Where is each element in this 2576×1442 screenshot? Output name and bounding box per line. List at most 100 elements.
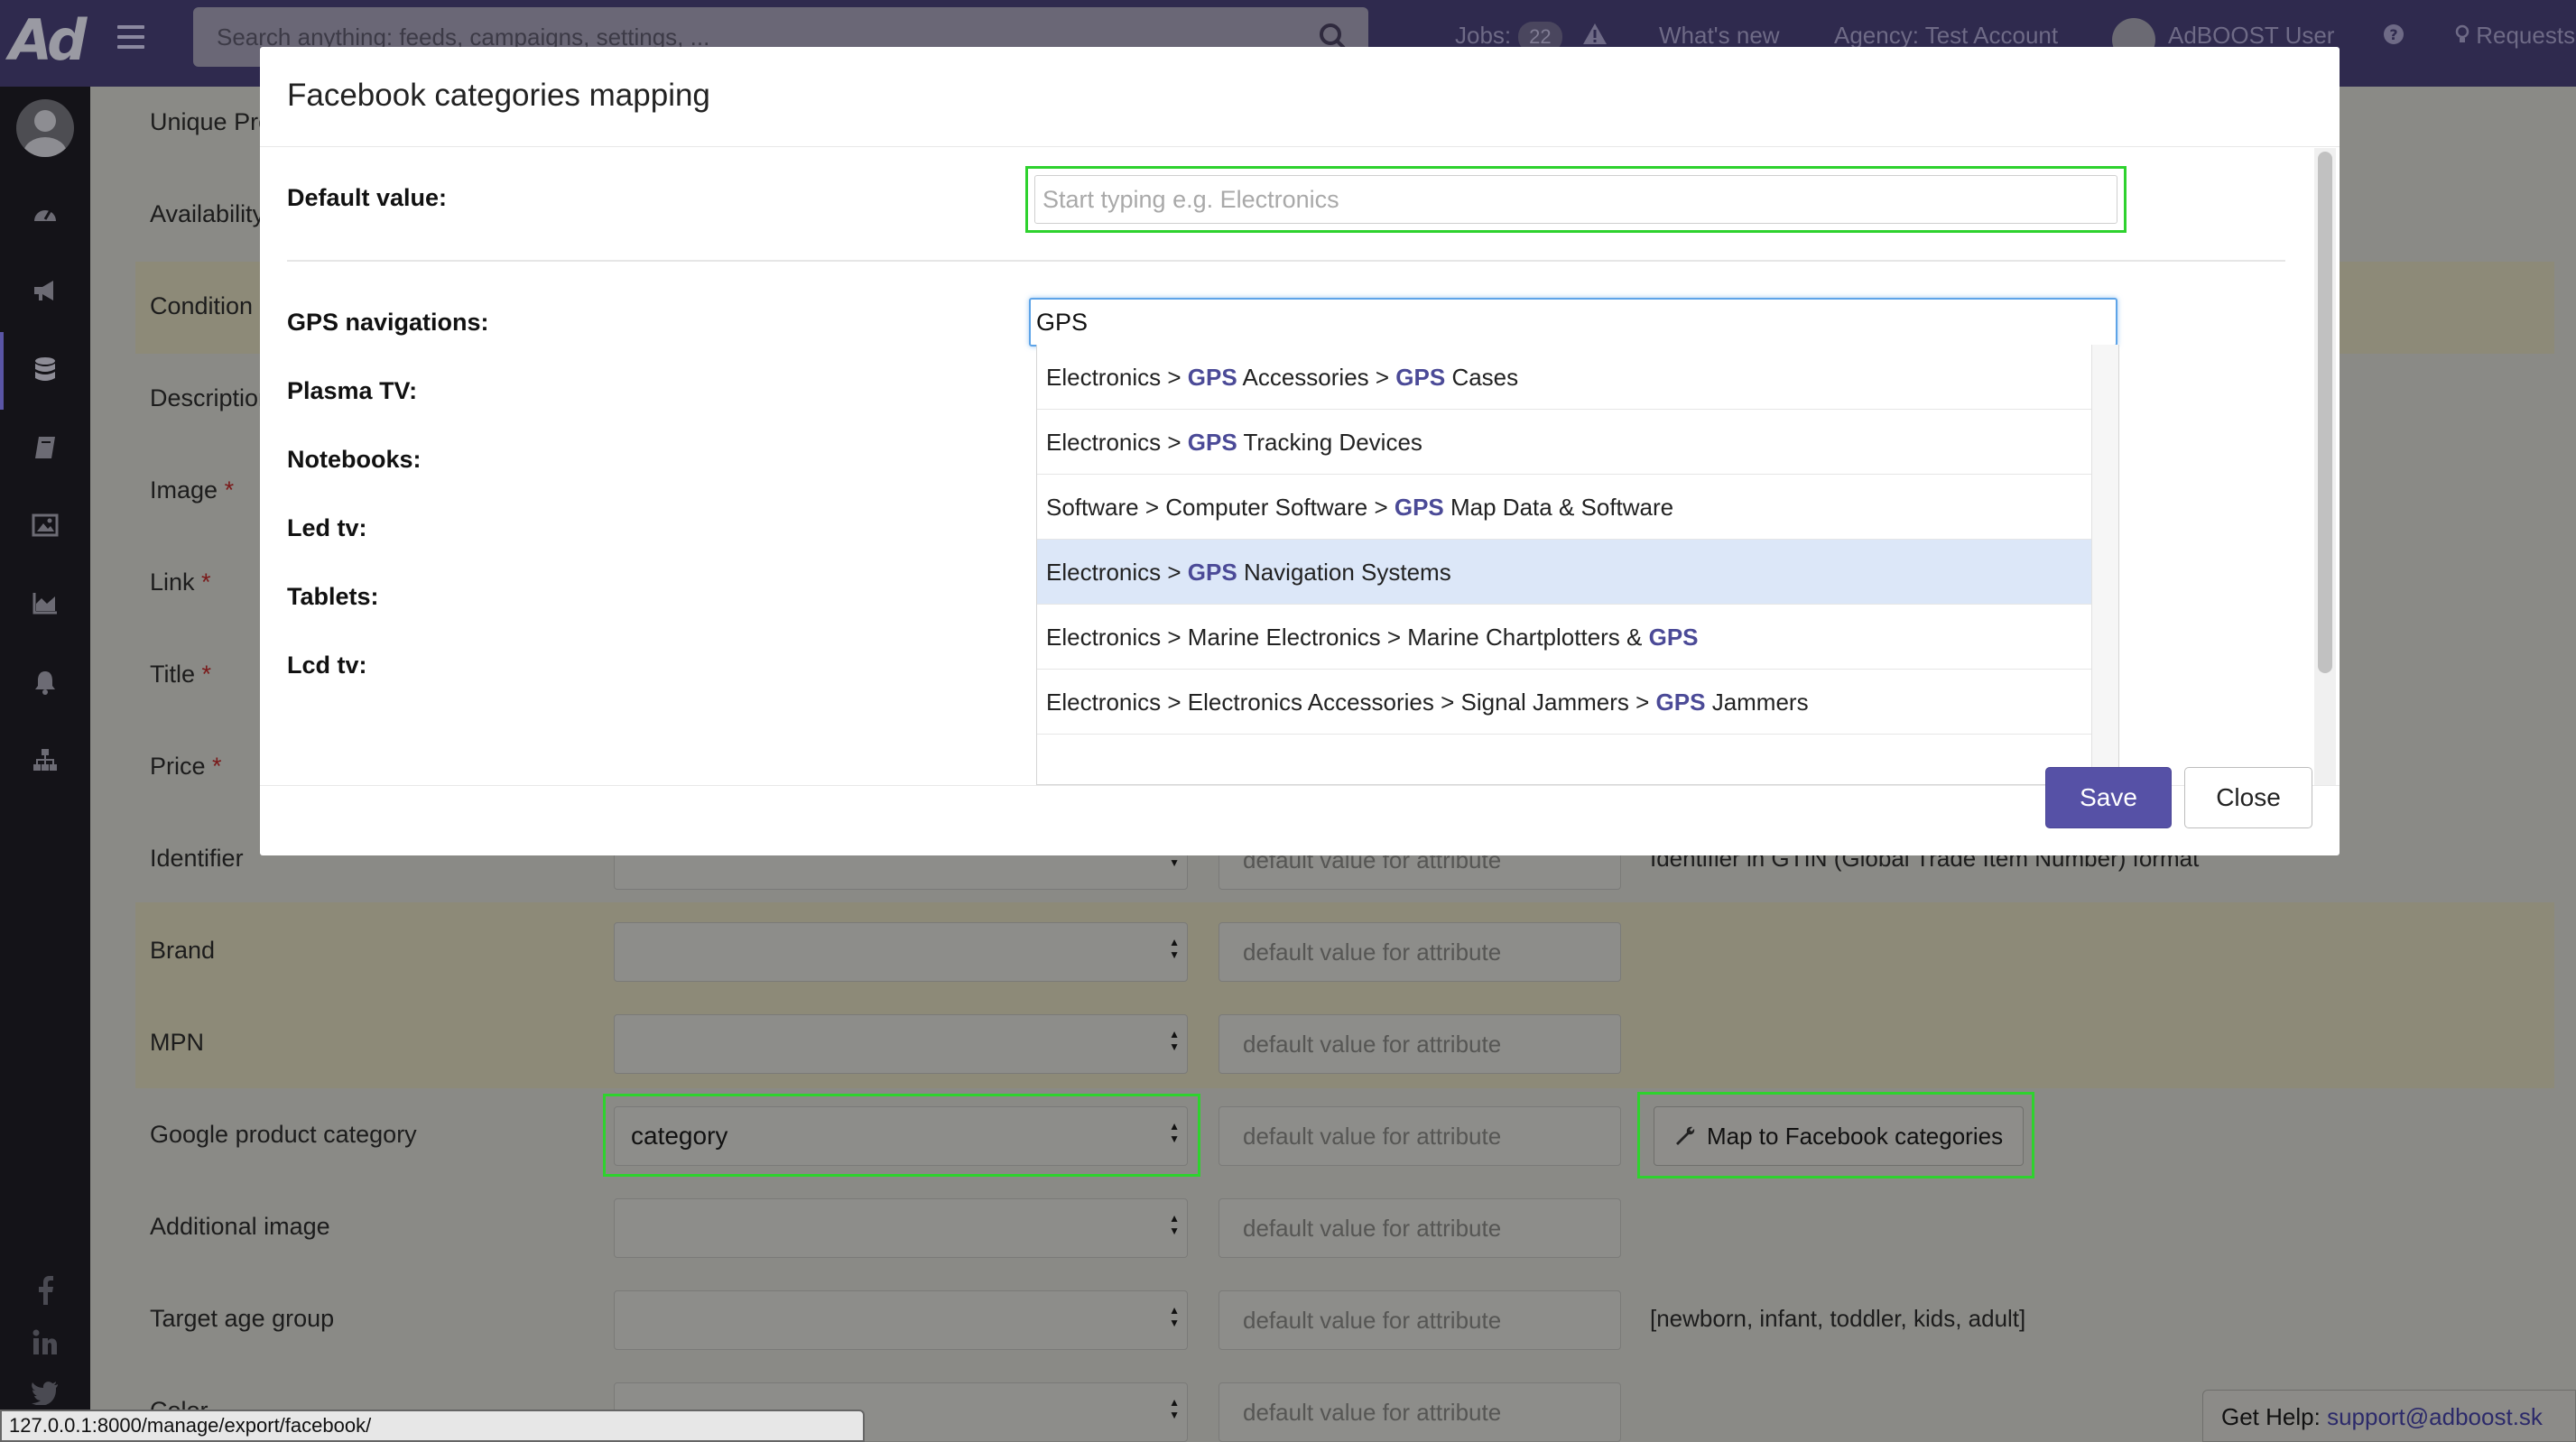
get-help-box: Get Help: support@adboost.sk — [2202, 1390, 2576, 1442]
left-sidebar — [0, 87, 90, 1442]
target-age-group-hint: [newborn, infant, toddler, kids, adult] — [1650, 1305, 2026, 1332]
modal-scrollbar-thumb[interactable] — [2318, 152, 2332, 673]
svg-text:?: ? — [2389, 26, 2397, 43]
modal-section-divider — [287, 260, 2285, 262]
lightbulb-icon — [2455, 24, 2469, 42]
query-match: GPS — [1394, 494, 1444, 521]
category-suggestions-dropdown: Electronics > GPS Accessories > GPS Case… — [1036, 345, 2119, 785]
mpn-select[interactable] — [614, 1014, 1188, 1074]
sidebar-active-indicator — [0, 332, 4, 410]
label-brand: Brand — [150, 937, 216, 964]
label-image: Image * — [150, 476, 235, 504]
megaphone-icon[interactable] — [27, 273, 63, 309]
modal-header-divider — [260, 146, 2340, 147]
bell-icon[interactable] — [27, 664, 63, 700]
query-match: GPS — [1187, 429, 1237, 456]
dashboard-icon[interactable] — [27, 195, 63, 231]
label-condition: Condition — [150, 292, 254, 319]
help-icon[interactable]: ? — [2383, 23, 2405, 51]
twitter-icon[interactable] — [27, 1375, 63, 1411]
user-menu[interactable]: AdBOOST User — [2168, 22, 2334, 50]
suggestion-item[interactable]: Electronics > Marine Electronics > Marin… — [1037, 605, 2091, 670]
suggestion-text: Electronics > — [1046, 364, 1188, 391]
sidebar-avatar[interactable] — [16, 99, 74, 157]
brand-default-input[interactable]: default value for attribute — [1219, 922, 1621, 982]
database-icon[interactable] — [27, 352, 63, 388]
label-target-age-group: Target age group — [150, 1305, 335, 1332]
suggestion-text: Electronics > Marine Electronics > Marin… — [1046, 624, 1649, 651]
image-icon[interactable] — [27, 507, 63, 543]
query-match: GPS — [1187, 364, 1237, 391]
gps-navigations-label: GPS navigations: — [287, 309, 489, 336]
whats-new-link[interactable]: What's new — [1659, 22, 1780, 50]
target-age-group-default-input[interactable]: default value for attribute — [1219, 1290, 1621, 1350]
notebooks-label: Notebooks: — [287, 446, 422, 473]
suggestion-text: Map Data & Software — [1443, 494, 1674, 521]
label-description: Description — [150, 384, 273, 411]
agency-switcher[interactable]: Agency: Test Account — [1834, 22, 2058, 50]
plasma-tv-label: Plasma TV: — [287, 377, 418, 404]
modal-title: Facebook categories mapping — [287, 78, 710, 113]
gps-navigations-input[interactable] — [1029, 298, 2117, 347]
suggestion-text: Jammers — [1705, 689, 1809, 716]
suggestion-item[interactable]: Electronics > Electronics Accessories > … — [1037, 670, 2091, 735]
sitemap-icon[interactable] — [27, 742, 63, 778]
label-title: Title * — [150, 661, 212, 688]
support-email-link[interactable]: support@adboost.sk — [2327, 1403, 2543, 1430]
suggestion-text: Navigation Systems — [1237, 559, 1451, 586]
suggestion-text: Software > Computer Software > — [1046, 494, 1395, 521]
tablets-label: Tablets: — [287, 583, 379, 610]
save-button[interactable]: Save — [2045, 767, 2172, 828]
brand-select[interactable] — [614, 922, 1188, 982]
suggestion-text: Electronics > Electronics Accessories > … — [1046, 689, 1656, 716]
facebook-categories-modal: Facebook categories mapping Default valu… — [260, 47, 2340, 855]
query-match: GPS — [1187, 559, 1237, 586]
suggestion-item[interactable]: Software > Computer Software > GPS Map D… — [1037, 475, 2091, 540]
lcd-tv-label: Lcd tv: — [287, 652, 367, 679]
default-value-label: Default value: — [287, 184, 448, 211]
status-bar-url: 127.0.0.1:8000/manage/export/facebook/ — [0, 1410, 865, 1442]
suggestion-item[interactable]: Electronics > GPS Navigation Systems — [1037, 540, 2091, 605]
area-chart-icon[interactable] — [27, 585, 63, 621]
google-category-default-input[interactable]: default value for attribute — [1219, 1106, 1621, 1166]
suggestion-text: Cases — [1445, 364, 1519, 391]
label-unique-product: Unique Pro — [150, 108, 273, 135]
help-label: Get Help: — [2221, 1403, 2321, 1430]
suggestion-text: Tracking Devices — [1237, 429, 1422, 456]
query-match: GPS — [1395, 364, 1446, 391]
facebook-icon[interactable] — [27, 1272, 63, 1308]
suggestion-text: Electronics > — [1046, 429, 1188, 456]
requests-label: Requests — [2476, 22, 2576, 49]
color-default-input[interactable]: default value for attribute — [1219, 1382, 1621, 1442]
jobs-label: Jobs: — [1455, 22, 1512, 49]
wrench-icon — [1676, 1126, 1695, 1145]
app-logo[interactable]: Ad — [9, 7, 87, 73]
query-match: GPS — [1648, 624, 1699, 651]
suggestion-item[interactable]: Electronics > GPS Accessories > GPS Case… — [1037, 345, 2091, 410]
target-age-group-select[interactable] — [614, 1290, 1188, 1350]
default-value-input[interactable] — [1034, 175, 2117, 224]
hamburger-menu-icon[interactable] — [117, 25, 144, 51]
requests-link[interactable]: Requests — [2455, 22, 2575, 50]
google-category-select[interactable]: category — [614, 1106, 1188, 1166]
book-icon[interactable] — [27, 430, 63, 466]
additional-image-select[interactable] — [614, 1198, 1188, 1258]
additional-image-default-input[interactable]: default value for attribute — [1219, 1198, 1621, 1258]
led-tv-label: Led tv: — [287, 514, 367, 541]
label-price: Price * — [150, 753, 222, 780]
map-button-label: Map to Facebook categories — [1707, 1122, 2004, 1150]
label-identifier: Identifier — [150, 845, 244, 872]
label-availability: Availability — [150, 200, 265, 227]
suggestion-text: Electronics > — [1046, 559, 1188, 586]
label-additional-image: Additional image — [150, 1213, 330, 1240]
modal-footer-divider — [260, 785, 2340, 786]
mpn-default-input[interactable]: default value for attribute — [1219, 1014, 1621, 1074]
linkedin-icon[interactable] — [27, 1325, 63, 1361]
label-mpn: MPN — [150, 1029, 204, 1056]
suggestion-item[interactable]: Electronics > GPS Tracking Devices — [1037, 410, 2091, 475]
label-link: Link * — [150, 568, 211, 596]
dropdown-scrollbar[interactable] — [2091, 345, 2118, 784]
suggestion-text: Accessories > — [1237, 364, 1396, 391]
close-button[interactable]: Close — [2184, 767, 2312, 828]
map-to-facebook-categories-button[interactable]: Map to Facebook categories — [1654, 1106, 2024, 1166]
